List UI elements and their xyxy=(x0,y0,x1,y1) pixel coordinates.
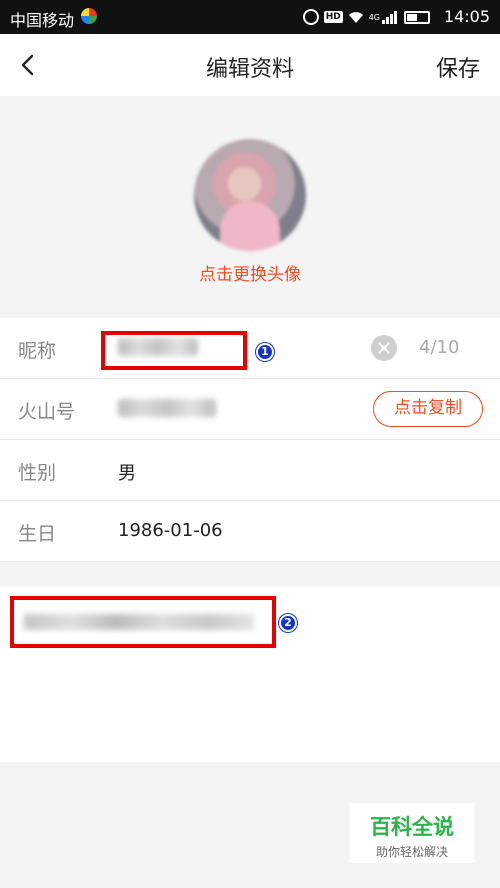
battery-icon xyxy=(404,10,430,24)
gender-value: 男 xyxy=(118,463,136,484)
carrier-logo-icon xyxy=(81,8,97,24)
wifi-icon xyxy=(348,12,363,23)
nickname-char-count: 4/10 xyxy=(419,337,460,358)
huoshan-id-value xyxy=(118,399,216,417)
status-bar: 中国移动 HD 4G 14:05 xyxy=(0,0,500,34)
hd-icon: HD xyxy=(323,11,343,23)
huoshan-id-row: 火山号 点击复制 xyxy=(0,379,500,440)
change-avatar-link[interactable]: 点击更换头像 xyxy=(0,260,500,285)
avatar[interactable] xyxy=(194,139,306,251)
status-icons: HD 4G xyxy=(302,9,430,25)
signal-icon xyxy=(382,11,397,24)
watermark-title: 百科全说 xyxy=(370,815,454,839)
profile-form: 昵称 4/10 火山号 点击复制 性别 男 生日 1986-01-06 xyxy=(0,318,500,562)
birthday-value: 1986-01-06 xyxy=(118,520,223,541)
nickname-row: 昵称 4/10 xyxy=(0,318,500,379)
annotation-badge-2: 2 xyxy=(279,614,297,632)
gender-label: 性别 xyxy=(18,462,57,484)
alarm-icon xyxy=(302,9,319,25)
network-type-label: 4G xyxy=(368,12,380,22)
birthday-label: 生日 xyxy=(18,523,57,545)
copy-button[interactable]: 点击复制 xyxy=(373,391,483,427)
nav-bar: 编辑资料 保存 xyxy=(0,34,500,96)
watermark-subtitle: 助你轻松解决 xyxy=(375,845,448,859)
huoshan-id-label: 火山号 xyxy=(18,401,76,423)
signature-highlight-box xyxy=(10,596,276,648)
watermark-logo: 百科全说 助你轻松解决 xyxy=(350,803,474,863)
avatar-section: 点击更换头像 xyxy=(0,96,500,316)
page-title: 编辑资料 xyxy=(205,57,294,82)
annotation-badge-1: 1 xyxy=(256,343,274,361)
status-time: 14:05 xyxy=(443,7,490,26)
nickname-highlight-box xyxy=(101,331,247,370)
clear-icon[interactable] xyxy=(371,335,397,361)
birthday-row[interactable]: 生日 1986-01-06 xyxy=(0,501,500,562)
carrier-name: 中国移动 xyxy=(10,11,75,30)
save-button[interactable]: 保存 xyxy=(436,51,480,83)
nickname-label: 昵称 xyxy=(18,340,57,362)
avatar-image xyxy=(220,201,280,251)
gender-row[interactable]: 性别 男 xyxy=(0,440,500,501)
